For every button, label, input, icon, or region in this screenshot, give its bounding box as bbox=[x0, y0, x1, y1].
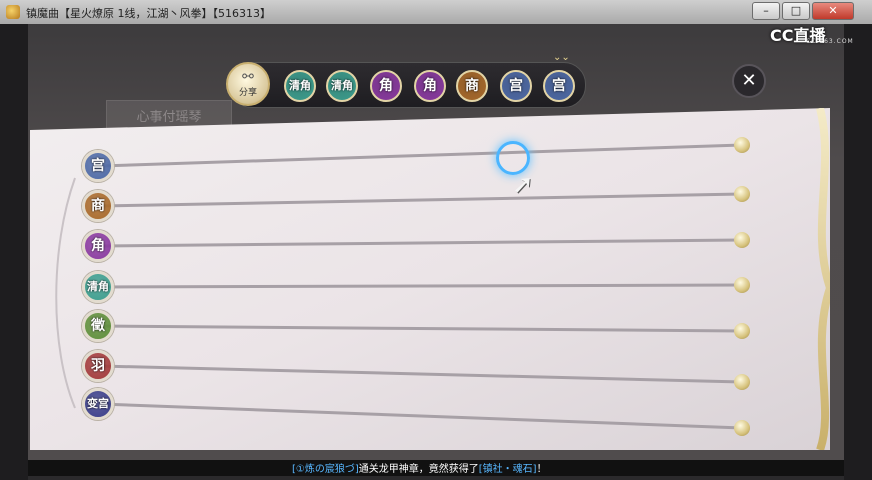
string-button-3[interactable]: 角 bbox=[82, 230, 114, 262]
tuning-peg-7 bbox=[734, 420, 750, 436]
app-icon bbox=[6, 5, 20, 19]
notice-player[interactable]: [①炼の宸狼づ] bbox=[292, 464, 359, 475]
sequence-note-4: 角 bbox=[414, 70, 446, 102]
sequence-note-2: 清角 bbox=[326, 70, 358, 102]
sequence-note-1: 清角 bbox=[284, 70, 316, 102]
zither-board-shape bbox=[30, 108, 830, 450]
string-button-6[interactable]: 羽 bbox=[82, 350, 114, 382]
share-icon: ⚯ bbox=[242, 69, 254, 85]
share-label: 分享 bbox=[238, 88, 257, 98]
notice-text: 通关龙甲神章，竟然获得了 bbox=[358, 464, 479, 475]
cc-watermark-sub: CC.163.COM bbox=[806, 38, 854, 45]
minimize-button[interactable]: – bbox=[752, 2, 780, 20]
zither-board bbox=[30, 108, 830, 450]
notice-end: ！ bbox=[536, 464, 547, 475]
string-button-2[interactable]: 商 bbox=[82, 190, 114, 222]
close-window-button[interactable]: ✕ bbox=[812, 2, 854, 20]
string-button-7[interactable]: 变宫 bbox=[82, 388, 114, 420]
string-button-5[interactable]: 徵 bbox=[82, 310, 114, 342]
sequence-note-3: 角 bbox=[370, 70, 402, 102]
share-button[interactable]: ⚯ 分享 bbox=[226, 62, 270, 106]
left-border bbox=[0, 24, 28, 480]
tuning-peg-6 bbox=[734, 374, 750, 390]
tuning-peg-1 bbox=[734, 137, 750, 153]
string-button-1[interactable]: 宫 bbox=[82, 150, 114, 182]
close-icon[interactable]: ✕ bbox=[732, 64, 766, 98]
tuning-peg-4 bbox=[734, 277, 750, 293]
sequence-note-5: 商 bbox=[456, 70, 488, 102]
sequence-note-7: 宫 bbox=[543, 70, 575, 102]
title-bar: 镇魔曲【星火燎原 1线，江湖丶风拳】【516313】 – □ ✕ bbox=[0, 0, 872, 25]
window-title: 镇魔曲【星火燎原 1线，江湖丶风拳】【516313】 bbox=[26, 7, 271, 20]
cursor-icon: ➚ bbox=[512, 170, 534, 200]
notice-item[interactable]: [镇社・魂石] bbox=[479, 464, 537, 475]
chevron-down-icon: ⌄⌄ bbox=[553, 52, 570, 63]
sequence-note-6: 宫 bbox=[500, 70, 532, 102]
tuning-peg-5 bbox=[734, 323, 750, 339]
maximize-button[interactable]: □ bbox=[782, 2, 810, 20]
tuning-peg-3 bbox=[734, 232, 750, 248]
system-notice: [①炼の宸狼づ]通关龙甲神章，竟然获得了[镇社・魂石]！ bbox=[292, 460, 547, 475]
tuning-peg-2 bbox=[734, 186, 750, 202]
string-button-4[interactable]: 清角 bbox=[82, 271, 114, 303]
right-border bbox=[844, 24, 872, 480]
window-controls: – □ ✕ bbox=[752, 2, 856, 20]
